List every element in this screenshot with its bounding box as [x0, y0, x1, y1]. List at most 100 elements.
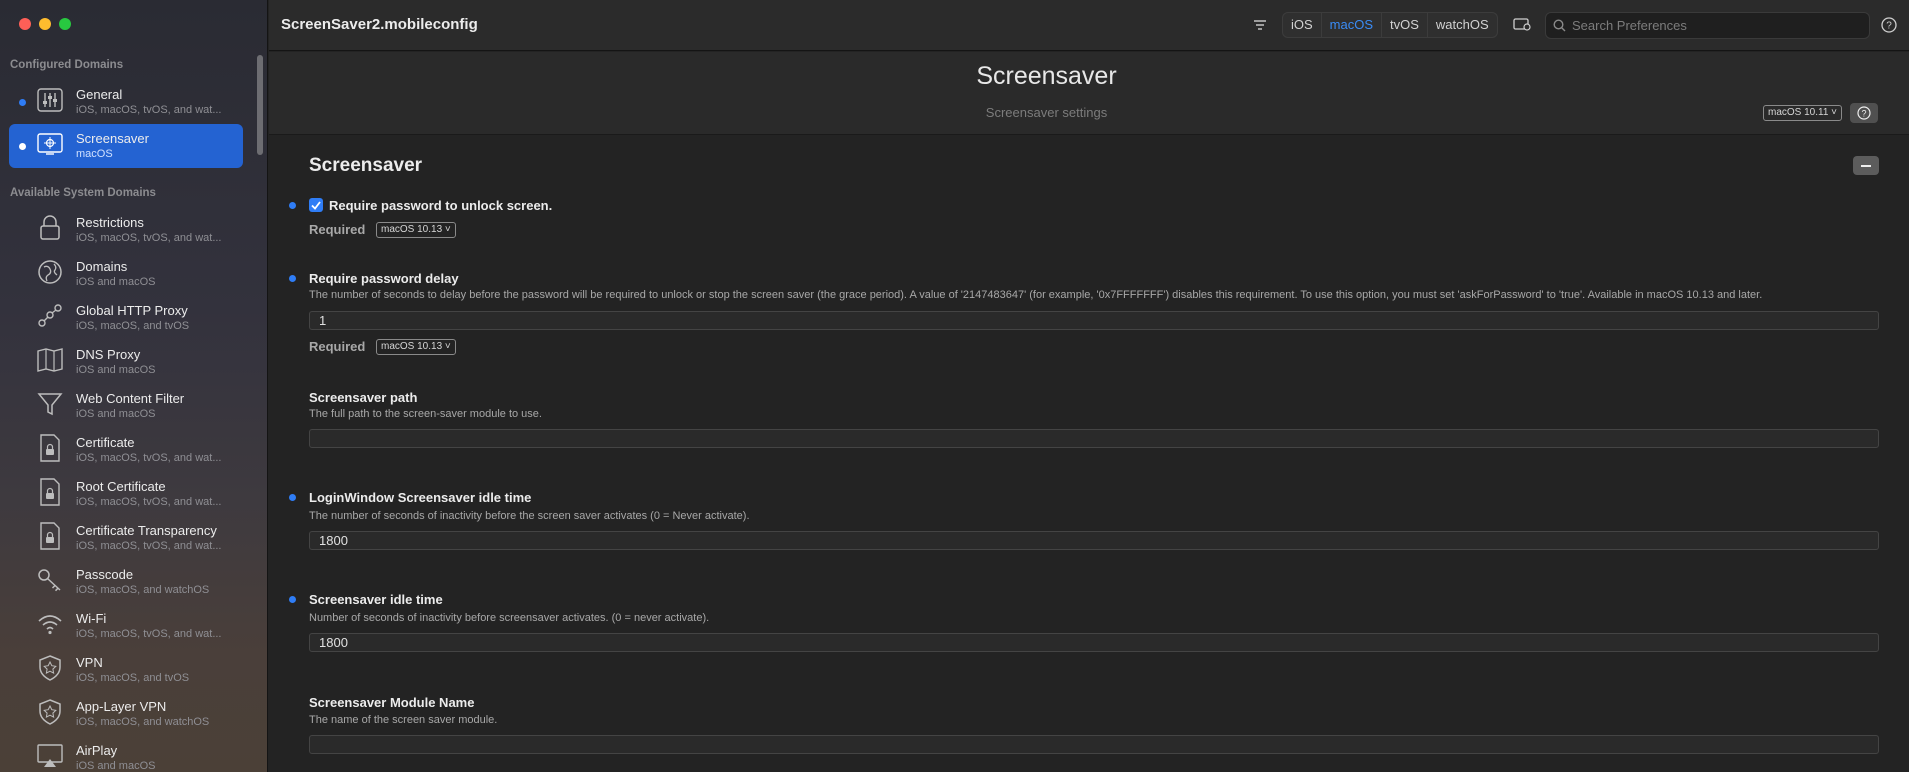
- platform-tvos[interactable]: tvOS: [1382, 13, 1428, 37]
- certificate-doc-icon: [36, 434, 64, 462]
- sidebar-item-title: Domains: [76, 259, 128, 274]
- window-controls: [19, 18, 71, 30]
- platform-version-badge[interactable]: macOS 10.11 ˅: [1763, 105, 1843, 121]
- sidebar-item-title: DNS Proxy: [76, 347, 141, 362]
- minimize-window-button[interactable]: [39, 18, 51, 30]
- sidebar-item-subtitle: iOS, macOS, tvOS, and wat...: [76, 540, 222, 552]
- sidebar-item-title: App-Layer VPN: [76, 699, 167, 714]
- screensaver-path-input[interactable]: [309, 429, 1879, 448]
- available-domains-heading: Available System Domains: [10, 187, 156, 199]
- display-scope-icon[interactable]: [1512, 15, 1532, 35]
- search-input[interactable]: [1572, 13, 1862, 38]
- key-icon: [36, 566, 64, 594]
- help-circle-icon[interactable]: ?: [1879, 15, 1899, 35]
- sidebar-item-domains[interactable]: Domains iOS and macOS: [9, 252, 243, 296]
- idle-time-input[interactable]: 1800: [309, 633, 1879, 652]
- enabled-dot: [289, 596, 296, 603]
- section-title: Screensaver: [309, 155, 423, 176]
- screensaver-path-label: Screensaver path: [309, 390, 418, 405]
- field-version-badge[interactable]: macOS 10.13 ˅: [376, 339, 456, 355]
- globe-icon: [36, 258, 64, 286]
- required-label: Required: [309, 222, 366, 237]
- require-password-checkbox[interactable]: [309, 198, 323, 212]
- sliders-icon: [36, 86, 64, 114]
- platform-selector: iOS macOS tvOS watchOS: [1282, 12, 1498, 38]
- sidebar-item-title: General: [76, 87, 123, 102]
- platform-watchos[interactable]: watchOS: [1428, 13, 1497, 37]
- platform-macos[interactable]: macOS: [1322, 13, 1383, 37]
- sidebar-item-subtitle: macOS: [76, 148, 113, 160]
- payload-content: Screensaver Require password to unlock s…: [269, 136, 1909, 772]
- app-vpn-shield-icon: [36, 698, 64, 726]
- search-field[interactable]: [1545, 12, 1870, 39]
- root-certificate-doc-icon: [36, 478, 64, 506]
- sidebar-item-screensaver[interactable]: Screensaver macOS: [9, 124, 243, 168]
- sidebar-item-web-content-filter[interactable]: Web Content Filter iOS and macOS: [9, 384, 243, 428]
- enabled-dot: [289, 275, 296, 282]
- platform-ios[interactable]: iOS: [1283, 13, 1322, 37]
- help-circle-icon: ?: [1857, 106, 1871, 120]
- module-name-label: Screensaver Module Name: [309, 695, 475, 710]
- sidebar-item-subtitle: iOS, macOS, tvOS, and wat...: [76, 232, 222, 244]
- sidebar-item-root-certificate[interactable]: Root Certificate iOS, macOS, tvOS, and w…: [9, 472, 243, 516]
- payload-header: Screensaver Screensaver settings macOS 1…: [269, 52, 1909, 135]
- sidebar-item-global-http-proxy[interactable]: Global HTTP Proxy iOS, macOS, and tvOS: [9, 296, 243, 340]
- payload-title: Screensaver: [976, 62, 1117, 90]
- sidebar-item-subtitle: iOS, macOS, tvOS, and wat...: [76, 628, 222, 640]
- password-delay-description: The number of seconds to delay before th…: [309, 289, 1763, 301]
- enabled-dot: [19, 99, 26, 106]
- checkmark-icon: [311, 200, 321, 210]
- sidebar-item-general[interactable]: General iOS, macOS, tvOS, and wat...: [9, 80, 243, 124]
- sidebar-item-restrictions[interactable]: Restrictions iOS, macOS, tvOS, and wat..…: [9, 208, 243, 252]
- zoom-window-button[interactable]: [59, 18, 71, 30]
- sidebar-item-title: Certificate Transparency: [76, 523, 217, 538]
- sidebar-item-airplay[interactable]: AirPlay iOS and macOS: [9, 736, 243, 772]
- password-delay-input[interactable]: 1: [309, 311, 1879, 330]
- sidebar-item-vpn[interactable]: VPN iOS, macOS, and tvOS: [9, 648, 243, 692]
- enabled-dot: [289, 494, 296, 501]
- screensaver-icon: [36, 130, 64, 158]
- sidebar-scrollbar[interactable]: [257, 55, 263, 155]
- sidebar-item-subtitle: iOS, macOS, tvOS, and wat...: [76, 496, 222, 508]
- certificate-transparency-doc-icon: [36, 522, 64, 550]
- sidebar-item-wifi[interactable]: Wi-Fi iOS, macOS, tvOS, and wat...: [9, 604, 243, 648]
- network-nodes-icon: [36, 302, 64, 330]
- password-delay-label: Require password delay: [309, 271, 459, 286]
- lock-icon: [36, 214, 64, 242]
- sidebar: Configured Domains General iOS, macOS, t…: [0, 0, 268, 772]
- payload-subtitle: Screensaver settings: [985, 105, 1108, 120]
- search-icon: [1553, 19, 1566, 37]
- configured-domains-heading: Configured Domains: [10, 59, 124, 71]
- sidebar-item-title: Screensaver: [76, 131, 149, 146]
- map-icon: [36, 346, 64, 374]
- sidebar-item-certificate[interactable]: Certificate iOS, macOS, tvOS, and wat...: [9, 428, 243, 472]
- sidebar-item-subtitle: iOS, macOS, tvOS, and wat...: [76, 452, 222, 464]
- minus-icon: [1861, 164, 1871, 167]
- sidebar-item-subtitle: iOS and macOS: [76, 364, 156, 376]
- sidebar-item-subtitle: iOS, macOS, tvOS, and wat...: [76, 104, 222, 116]
- module-name-input[interactable]: [309, 735, 1879, 754]
- collapse-section-button[interactable]: [1853, 156, 1879, 175]
- sidebar-item-passcode[interactable]: Passcode iOS, macOS, and watchOS: [9, 560, 243, 604]
- filter-funnel-icon: [36, 390, 64, 418]
- loginwindow-idle-description: The number of seconds of inactivity befo…: [309, 510, 750, 522]
- sidebar-item-dns-proxy[interactable]: DNS Proxy iOS and macOS: [9, 340, 243, 384]
- payload-help-button[interactable]: ?: [1850, 103, 1878, 123]
- sidebar-item-app-layer-vpn[interactable]: App-Layer VPN iOS, macOS, and watchOS: [9, 692, 243, 736]
- required-label: Required: [309, 339, 366, 354]
- svg-text:?: ?: [1861, 108, 1866, 118]
- sidebar-item-certificate-transparency[interactable]: Certificate Transparency iOS, macOS, tvO…: [9, 516, 243, 560]
- sidebar-item-title: AirPlay: [76, 743, 118, 758]
- loginwindow-idle-label: LoginWindow Screensaver idle time: [309, 490, 532, 505]
- sidebar-item-subtitle: iOS, macOS, and tvOS: [76, 672, 190, 684]
- filter-list-icon[interactable]: [1251, 15, 1271, 35]
- sidebar-item-title: Wi-Fi: [76, 611, 107, 626]
- field-version-badge[interactable]: macOS 10.13 ˅: [376, 222, 456, 238]
- svg-text:?: ?: [1886, 21, 1892, 32]
- toolbar: ScreenSaver2.mobileconfig iOS macOS tvOS…: [269, 0, 1909, 51]
- loginwindow-idle-input[interactable]: 1800: [309, 531, 1879, 550]
- sidebar-item-subtitle: iOS and macOS: [76, 276, 156, 288]
- document-title: ScreenSaver2.mobileconfig: [281, 16, 478, 33]
- wifi-icon: [36, 610, 64, 638]
- close-window-button[interactable]: [19, 18, 31, 30]
